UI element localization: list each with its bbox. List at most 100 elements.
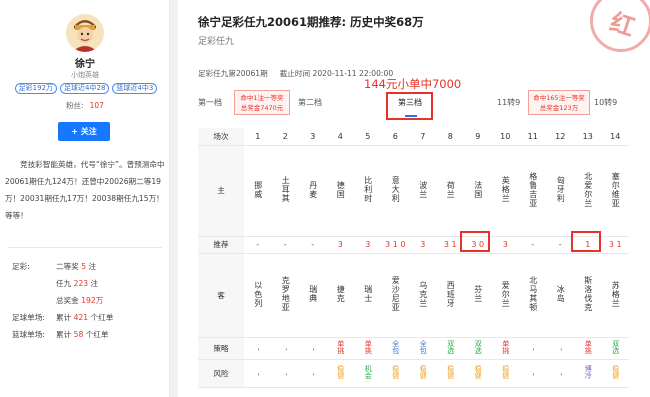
risk-cell: 博冷 [574, 359, 602, 388]
recommendation: - [283, 240, 287, 249]
risk: 稳健 [391, 365, 400, 379]
host-team-cell: 匈牙利 [546, 145, 574, 237]
host-team-cell: 比利时 [354, 145, 382, 237]
recommendation: 3 1 0 [385, 240, 406, 249]
highlight-box-match9 [460, 231, 490, 252]
tab-11to9[interactable]: 11转9 [497, 97, 520, 108]
host-team: 塞尔维亚 [611, 171, 621, 208]
match-number: 12 [546, 128, 574, 146]
risk-cell: 机会 [354, 359, 382, 388]
stat-label: 足彩: [12, 262, 30, 271]
risk: 机会 [364, 365, 373, 379]
highlight-box-match13 [571, 231, 601, 252]
strategy-cell: 双选 [601, 337, 629, 360]
host-team: 挪威 [253, 180, 263, 199]
risk: 稳健 [446, 365, 455, 379]
divider [8, 247, 162, 248]
table-row: 风险 - - - 稳健 机会 稳健 稳健 稳健 稳健 稳健 - - 博冷 稳健 [198, 359, 629, 388]
risk: - [254, 372, 263, 376]
host-team: 荷兰 [446, 180, 456, 199]
strategy-cell: 全包 [381, 337, 409, 360]
recommendation-cell: 3 1 [601, 236, 629, 254]
host-team-cell: 法国 [464, 145, 492, 237]
risk: - [309, 372, 318, 376]
risk: 稳健 [501, 365, 510, 379]
profile-card: 徐宁 小炮英雄 足彩192万 足球近4中28 篮球近4中3 粉丝: 107 + 关… [0, 0, 170, 397]
recommendation: - [256, 240, 260, 249]
risk: 博冷 [584, 365, 593, 379]
guest-team: 爱尔兰 [501, 280, 511, 308]
risk-cell: - [519, 359, 547, 388]
follow-button[interactable]: + 关注 [58, 122, 110, 141]
host-team-cell: 英格兰 [491, 145, 519, 237]
risk-cell: - [244, 359, 272, 388]
strategy: 双选 [611, 340, 620, 354]
strategy-cell: - [299, 337, 327, 360]
issue-label: 足彩任九第20061期 [198, 69, 268, 78]
strategy: - [556, 347, 565, 351]
recommendation: - [558, 240, 562, 249]
guest-team: 西班牙 [446, 280, 456, 308]
guest-team-cell: 西班牙 [436, 253, 464, 338]
strategy: 单挑 [501, 340, 510, 354]
avatar[interactable] [66, 14, 104, 52]
strategy-cell: 单挑 [491, 337, 519, 360]
recommendation: 3 [365, 240, 371, 249]
risk: 稳健 [611, 365, 620, 379]
tab-tier1[interactable]: 第一档 [198, 97, 222, 108]
guest-team-cell: 捷克 [326, 253, 354, 338]
stat-renjiu: 任九 223 注 [56, 279, 99, 288]
guest-team-cell: 斯洛伐克 [574, 253, 602, 338]
host-team-cell: 土耳其 [271, 145, 299, 237]
host-team-cell: 格鲁吉亚 [519, 145, 547, 237]
recommendation: 3 [420, 240, 426, 249]
red-stamp: 红 [590, 0, 650, 52]
guest-team-cell: 爱沙尼亚 [381, 253, 409, 338]
risk: 稳健 [336, 365, 345, 379]
match-number: 7 [409, 128, 437, 146]
recommendation-cell: 3 [409, 236, 437, 254]
article-category[interactable]: 足彩任九 [198, 34, 234, 47]
header-cell: 场次 [198, 128, 244, 146]
guest-team-cell: 乌克兰 [409, 253, 437, 338]
table-row: 推荐 ---333 1 033 13 03--13 1 [198, 236, 629, 254]
host-team: 波兰 [418, 180, 428, 199]
recommendation-cell: 3 1 0 [381, 236, 409, 254]
recommendation: 3 1 [608, 240, 622, 249]
badge-zucai[interactable]: 足彩192万 [14, 83, 58, 94]
strategy: 双选 [474, 340, 483, 354]
strategy-cell: - [519, 337, 547, 360]
recommendation-cell: - [546, 236, 574, 254]
guest-team-cell: 爱尔兰 [491, 253, 519, 338]
match-number: 5 [354, 128, 382, 146]
guest-team: 克罗地亚 [281, 276, 291, 312]
strategy: - [254, 347, 263, 351]
badge-football[interactable]: 足球近4中28 [60, 83, 110, 94]
match-number: 2 [271, 128, 299, 146]
strategy: 单挑 [584, 340, 593, 354]
host-team-cell: 波兰 [409, 145, 437, 237]
strategy: 全包 [391, 340, 400, 354]
table-row: 客 以色列 克罗地亚 瑞典 捷克 瑞士 爱沙尼亚 乌克兰 西班牙 芬兰 爱尔兰 北马其顿 冰岛 斯洛伐克… [198, 253, 629, 338]
tab-tier2[interactable]: 第二档 [298, 97, 322, 108]
user-title: 小炮英雄 [71, 71, 99, 79]
recommendation-cell: 3 [491, 236, 519, 254]
recommendation-cell: 3 [354, 236, 382, 254]
match-number: 14 [601, 128, 629, 146]
recommendation: - [531, 240, 535, 249]
host-team-cell: 挪威 [244, 145, 272, 237]
host-team-cell: 丹麦 [299, 145, 327, 237]
recommendation-cell: - [244, 236, 272, 254]
tab-underline [405, 115, 417, 117]
risk-cell: 稳健 [326, 359, 354, 388]
badge-basketball[interactable]: 篮球近4中3 [112, 83, 158, 94]
strategy-cell: 单挑 [354, 337, 382, 360]
tab-10to9[interactable]: 10转9 [594, 97, 617, 108]
article-title: 徐宁足彩任九20061期推荐: 历史中奖68万 [198, 15, 424, 29]
guest-team-cell: 冰岛 [546, 253, 574, 338]
guest-team: 苏格兰 [611, 280, 621, 308]
match-number: 6 [381, 128, 409, 146]
fans-count: 粉丝: 107 [0, 100, 170, 111]
strategy-cell: 全包 [409, 337, 437, 360]
risk-cell: 稳健 [436, 359, 464, 388]
